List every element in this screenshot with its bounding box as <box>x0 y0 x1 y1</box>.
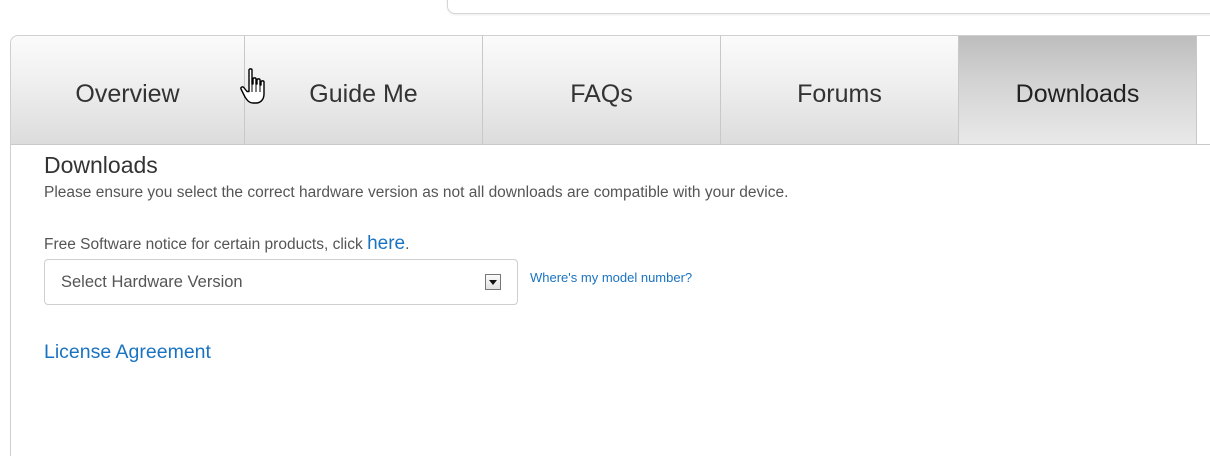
tab-label: Downloads <box>1015 79 1140 108</box>
tab-faqs[interactable]: FAQs <box>483 36 721 144</box>
section-heading: Downloads <box>44 152 158 178</box>
notice-suffix: . <box>405 236 410 253</box>
tab-downloads[interactable]: Downloads <box>959 36 1197 144</box>
tab-overview[interactable]: Overview <box>11 36 245 144</box>
tab-label: Guide Me <box>309 79 418 108</box>
compatibility-notice: Please ensure you select the correct har… <box>44 184 789 201</box>
hardware-version-value: Select Hardware Version <box>61 272 243 291</box>
hardware-version-select[interactable]: Select Hardware Version <box>44 259 518 305</box>
top-search-box[interactable] <box>447 0 1210 14</box>
license-agreement-link[interactable]: License Agreement <box>44 341 211 364</box>
hand-pointer-icon <box>240 68 265 104</box>
tab-bar: Overview Guide Me FAQs Forums Downloads <box>11 36 1210 145</box>
free-software-text: Free Software notice for certain product… <box>44 236 368 253</box>
model-number-link[interactable]: Where's my model number? <box>530 270 692 285</box>
tab-forums[interactable]: Forums <box>721 36 959 144</box>
tab-label: Overview <box>75 79 180 108</box>
dropdown-arrow-icon[interactable] <box>485 274 501 290</box>
free-software-notice: Free Software notice for certain product… <box>44 233 409 255</box>
tab-guide-me[interactable]: Guide Me <box>245 36 483 144</box>
free-software-link[interactable]: here <box>367 233 405 254</box>
tab-label: Forums <box>797 79 882 108</box>
tab-label: FAQs <box>570 79 633 108</box>
